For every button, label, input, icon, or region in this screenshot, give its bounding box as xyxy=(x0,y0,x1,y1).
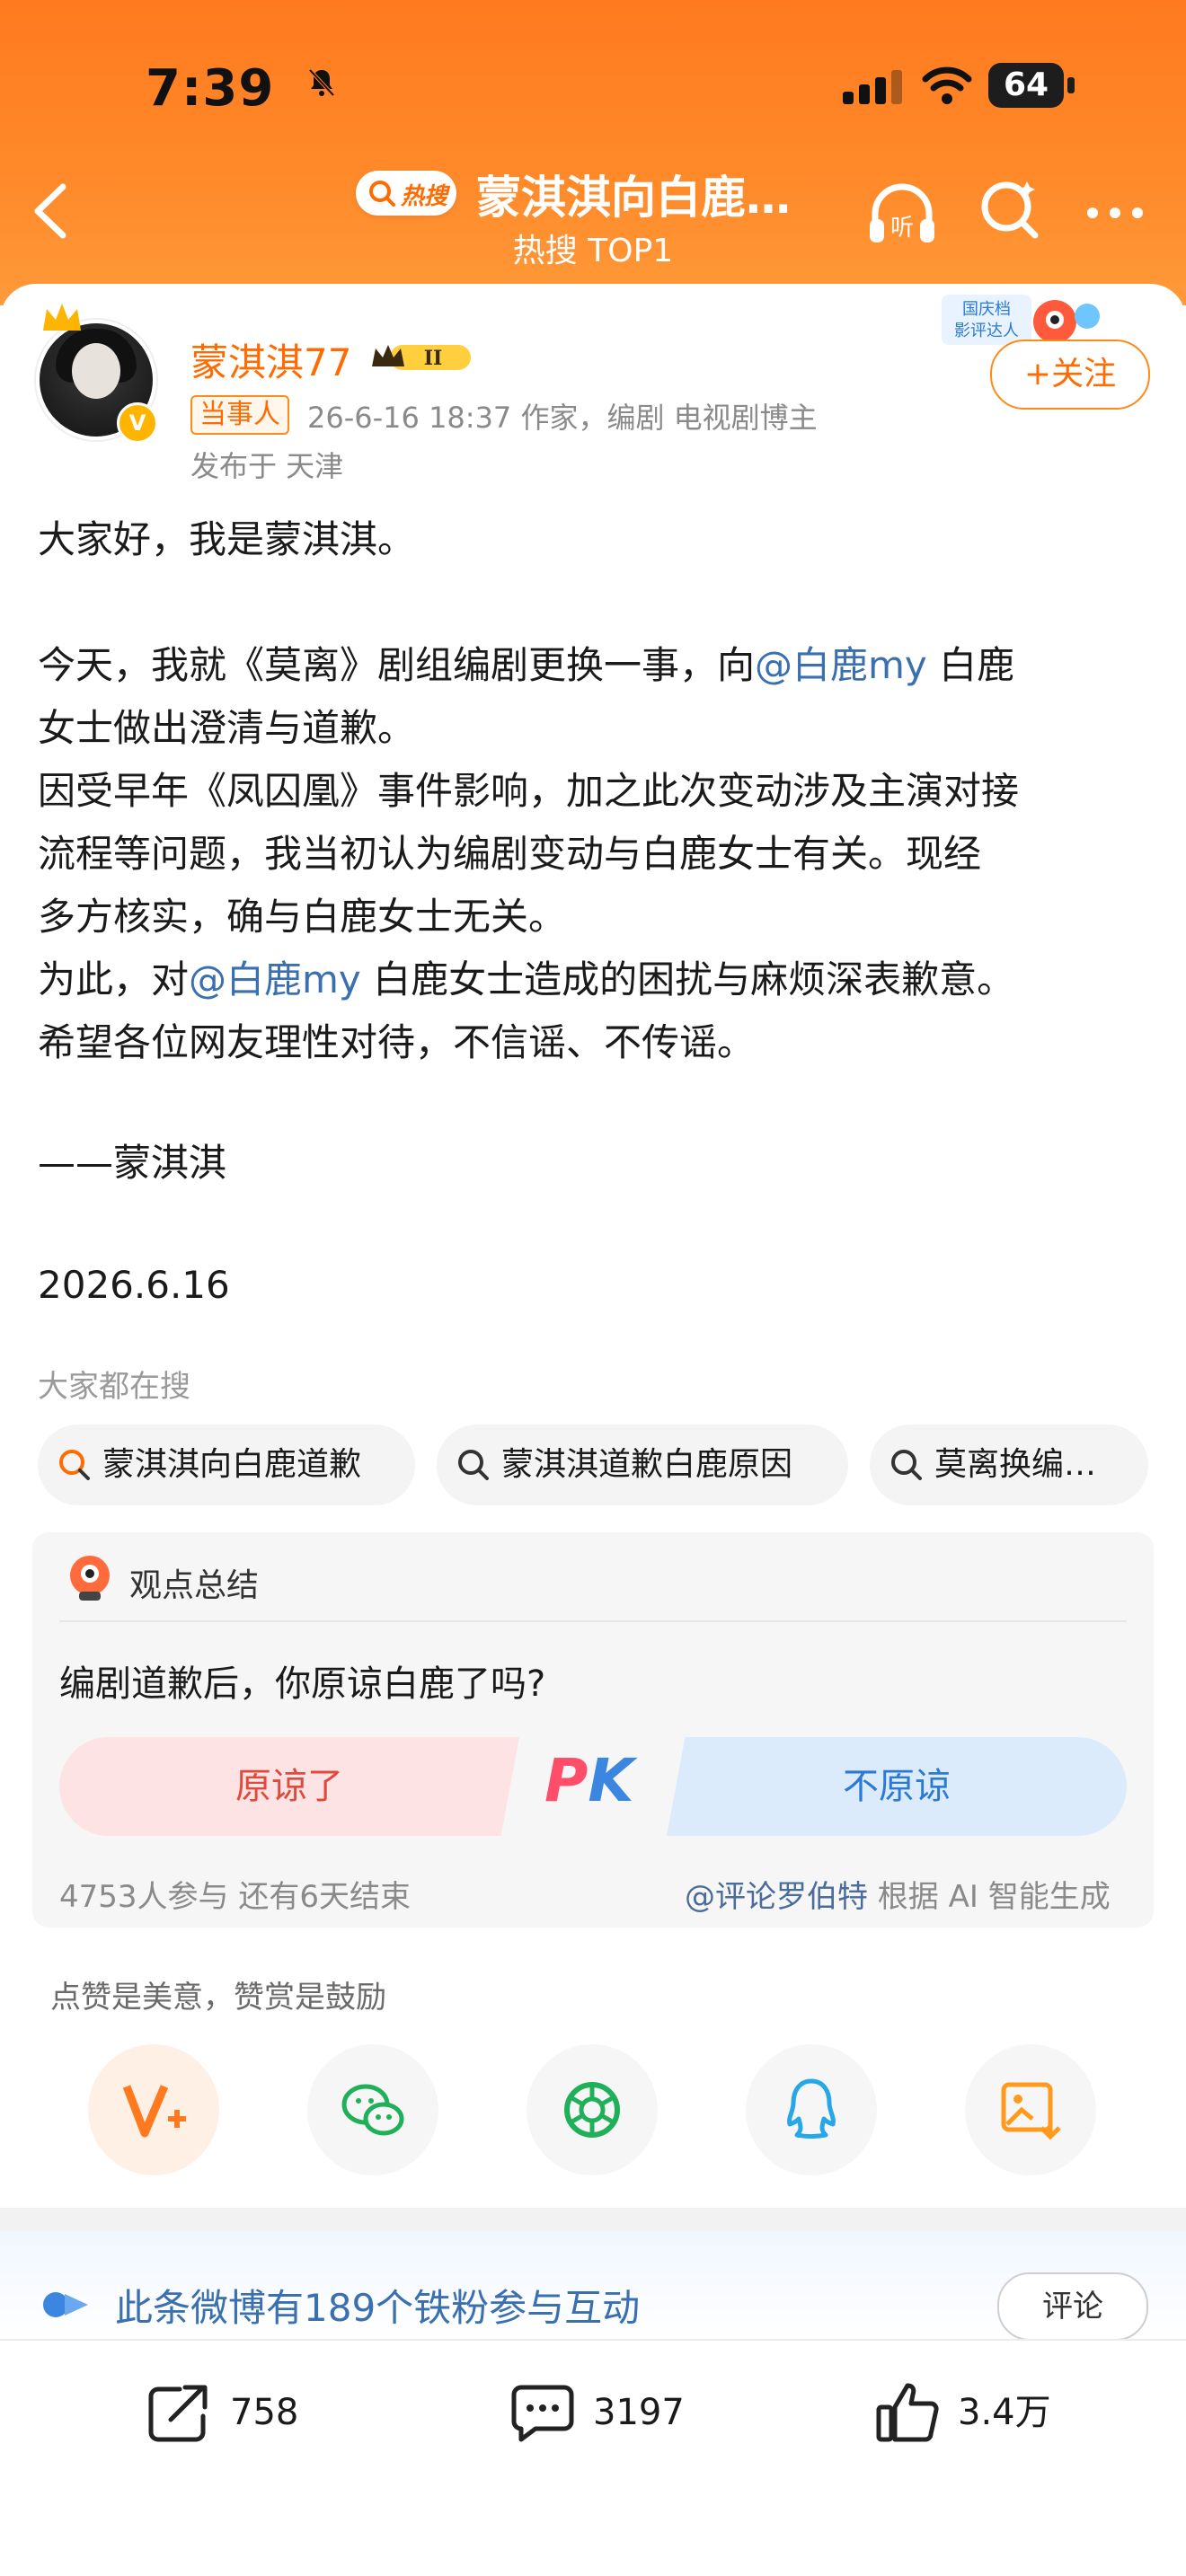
like-thumb-icon xyxy=(876,2383,939,2442)
level-text: II xyxy=(424,347,443,370)
post-text: 今天，我就《莫离》剧组编剧更换一事，向 xyxy=(38,643,756,687)
poll-option-not-forgive[interactable]: 不原谅 xyxy=(667,1737,1127,1836)
fans-interaction-text[interactable]: 此条微博有189个铁粉参与互动 xyxy=(115,2278,640,2333)
post-location: 发布于 天津 xyxy=(190,449,344,483)
source-suffix: 根据 AI 智能生成 xyxy=(868,1879,1111,1915)
source-mention-link[interactable]: @评论罗伯特 xyxy=(685,1879,868,1915)
svg-text:影评达人: 影评达人 xyxy=(954,322,1019,340)
share-qq-button[interactable] xyxy=(746,2044,877,2175)
share-wechat-button[interactable] xyxy=(307,2044,438,2175)
post-text: 白鹿女士造成的困扰与麻烦深表歉意。 xyxy=(360,957,1015,1001)
follow-button[interactable]: +关注 xyxy=(990,340,1150,410)
search-icon xyxy=(458,1450,489,1480)
avatar-face xyxy=(72,343,120,399)
search-chip[interactable]: 蒙淇淇道歉白鹿原因 xyxy=(437,1425,848,1505)
post-meta: 26-6-16 18:37 作家，编剧 电视剧博主 xyxy=(307,401,818,435)
save-image-icon xyxy=(1001,2082,1061,2140)
pk-letter-p: P xyxy=(544,1746,589,1815)
repost-action[interactable]: 758 xyxy=(146,2377,343,2448)
username[interactable]: 蒙淇淇77 xyxy=(190,332,351,387)
hot-search-tag: 热搜 xyxy=(356,171,456,216)
section-separator xyxy=(0,2208,1186,2231)
post-paragraph: 希望各位网友理性对待，不信谣、不传谣。 xyxy=(38,1020,756,1064)
like-action[interactable]: 3.4万 xyxy=(873,2377,1089,2448)
post-text: 为此，对 xyxy=(38,957,190,1001)
hot-tag-label: 热搜 xyxy=(401,183,448,210)
page-title: 蒙淇淇向白鹿… xyxy=(476,172,791,224)
post-paragraph: 大家好，我是蒙淇淇。 xyxy=(38,517,416,561)
svg-text:听: 听 xyxy=(890,215,914,242)
comment-button[interactable]: 评论 xyxy=(997,2272,1148,2341)
divider xyxy=(0,2339,1186,2341)
robot-mascot-icon xyxy=(70,1556,110,1601)
status-time: 7:39 xyxy=(146,59,275,118)
comment-count: 3197 xyxy=(593,2392,685,2433)
like-count: 3.4万 xyxy=(958,2392,1051,2433)
qq-icon xyxy=(787,2078,836,2139)
comment-action[interactable]: 3197 xyxy=(509,2377,724,2448)
moments-icon xyxy=(564,2082,620,2138)
search-icon[interactable] xyxy=(979,180,1040,243)
wifi-icon xyxy=(922,66,972,104)
reward-button[interactable] xyxy=(88,2044,219,2175)
cell-signal-icon xyxy=(843,70,902,104)
search-chip-label: 蒙淇淇道歉白鹿原因 xyxy=(501,1446,793,1483)
v-plus-icon xyxy=(122,2085,186,2138)
poll-question: 编剧道歉后，你原谅白鹿了吗? xyxy=(59,1663,546,1705)
post-date: 2026.6.16 xyxy=(38,1263,230,1307)
repost-count: 758 xyxy=(230,2392,299,2433)
post-text: 白鹿 xyxy=(926,643,1015,687)
post-paragraph: 女士做出澄清与道歉。 xyxy=(38,706,416,750)
post-paragraph: 多方核实，确与白鹿女士无关。 xyxy=(38,895,567,939)
search-icon xyxy=(891,1450,922,1480)
crown-level-icon: II xyxy=(372,345,471,370)
more-icon[interactable] xyxy=(1084,199,1146,226)
mute-bell-icon xyxy=(308,68,335,97)
poll-option-forgive[interactable]: 原谅了 xyxy=(59,1737,519,1836)
hot-search-icon xyxy=(59,1450,90,1480)
battery-tip xyxy=(1067,77,1075,93)
reward-tip: 点赞是美意，赞赏是鼓励 xyxy=(50,1980,386,2016)
member-level-badge: II xyxy=(370,340,476,375)
mention-link[interactable]: @白鹿my xyxy=(189,957,361,1001)
share-moments-button[interactable] xyxy=(527,2044,658,2175)
mention-link[interactable]: @白鹿my xyxy=(755,643,927,687)
post-paragraph: 今天，我就《莫离》剧组编剧更换一事，向@白鹿my 白鹿 xyxy=(38,634,1148,697)
post-paragraph: 因受早年《凤囚凰》事件影响，加之此次变动涉及主演对接 xyxy=(38,769,1020,813)
poll-participants: 4753人参与 还有6天结束 xyxy=(59,1879,411,1915)
pk-letter-k: K xyxy=(588,1746,634,1815)
comment-icon xyxy=(511,2385,574,2442)
post-signature: ——蒙淇淇 xyxy=(38,1141,227,1185)
fans-interaction-icon xyxy=(43,2292,88,2317)
post-paragraph: 为此，对@白鹿my 白鹿女士造成的困扰与麻烦深表歉意。 xyxy=(38,948,1148,1011)
poll-header: 观点总结 xyxy=(129,1567,260,1604)
divider xyxy=(59,1620,1127,1622)
search-chip[interactable]: 莫离换编… xyxy=(870,1425,1148,1505)
party-tag: 当事人 xyxy=(190,395,289,435)
verified-badge-icon: V xyxy=(117,402,158,444)
battery-level: 64 xyxy=(988,63,1064,108)
search-chip-label: 蒙淇淇向白鹿道歉 xyxy=(102,1446,362,1483)
search-icon xyxy=(369,181,395,207)
battery-indicator: 64 xyxy=(988,63,1078,108)
search-chip-label: 莫离换编… xyxy=(934,1446,1097,1483)
repost-icon xyxy=(148,2385,208,2442)
everyone-search-label: 大家都在搜 xyxy=(38,1369,190,1405)
save-image-button[interactable] xyxy=(965,2044,1096,2175)
search-chip[interactable]: 蒙淇淇向白鹿道歉 xyxy=(38,1425,415,1505)
pk-label: PK xyxy=(544,1746,634,1815)
svg-text:国庆档: 国庆档 xyxy=(962,300,1011,319)
poll-source: @评论罗伯特 根据 AI 智能生成 xyxy=(685,1872,1111,1916)
crown-icon xyxy=(43,304,81,331)
listen-headphones-icon[interactable]: 听 xyxy=(866,180,938,248)
wechat-icon xyxy=(341,2084,404,2136)
post-paragraph: 流程等问题，我当初认为编剧变动与白鹿女士有关。现经 xyxy=(38,832,982,876)
